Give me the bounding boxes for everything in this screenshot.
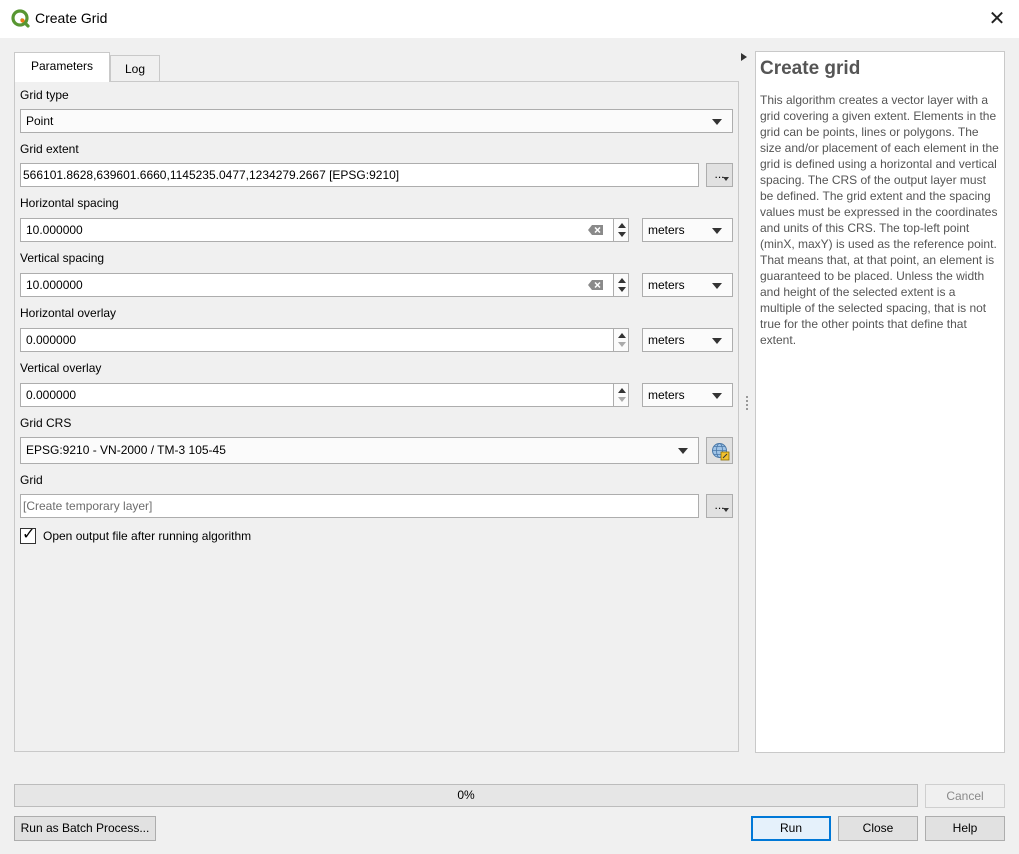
grid-output-options-button[interactable]: ...: [706, 494, 733, 518]
title-bar: [0, 0, 1019, 38]
horizontal-overlay-label: Horizontal overlay: [20, 306, 117, 320]
horizontal-overlay-spinner[interactable]: [613, 328, 629, 352]
vertical-spacing-unit: meters: [648, 278, 685, 292]
horizontal-spacing-unit-select[interactable]: meters: [642, 218, 733, 242]
checkmark-icon: ✓: [22, 526, 36, 543]
progress-bar: 0%: [14, 784, 918, 807]
spin-up-icon[interactable]: [618, 388, 626, 393]
chevron-down-icon: [723, 177, 729, 181]
grid-type-label: Grid type: [20, 88, 69, 102]
chevron-down-icon: [712, 338, 722, 344]
window-title: Create Grid: [35, 10, 108, 26]
horizontal-overlay-input[interactable]: 0.000000: [20, 328, 614, 352]
run-batch-button[interactable]: Run as Batch Process...: [14, 816, 156, 841]
vertical-spacing-spinner[interactable]: [613, 273, 629, 297]
tab-log[interactable]: Log: [110, 55, 160, 83]
crs-selector-button[interactable]: [706, 437, 733, 464]
open-output-label: Open output file after running algorithm: [43, 529, 252, 543]
chevron-down-icon: [712, 228, 722, 234]
grid-output-label: Grid: [20, 473, 43, 487]
spin-down-icon[interactable]: [618, 232, 626, 237]
vertical-spacing-input[interactable]: 10.000000: [20, 273, 614, 297]
spin-down-icon[interactable]: [618, 397, 626, 402]
chevron-down-icon: [712, 283, 722, 289]
help-button[interactable]: Help: [925, 816, 1005, 841]
cancel-button[interactable]: Cancel: [925, 784, 1005, 808]
spin-up-icon[interactable]: [618, 278, 626, 283]
horizontal-spacing-label: Horizontal spacing: [20, 196, 119, 210]
progress-label: 0%: [457, 788, 475, 802]
spin-down-icon[interactable]: [618, 342, 626, 347]
grid-crs-value: EPSG:9210 - VN-2000 / TM-3 105-45: [26, 443, 226, 457]
grid-output-input[interactable]: [Create temporary layer]: [20, 494, 699, 518]
help-title: Create grid: [760, 58, 861, 79]
vertical-spacing-unit-select[interactable]: meters: [642, 273, 733, 297]
vertical-overlay-label: Vertical overlay: [20, 361, 102, 375]
vertical-overlay-input[interactable]: 0.000000: [20, 383, 614, 407]
spin-up-icon[interactable]: [618, 223, 626, 228]
horizontal-spacing-spinner[interactable]: [613, 218, 629, 242]
horizontal-spacing-unit: meters: [648, 223, 685, 237]
spin-up-icon[interactable]: [618, 333, 626, 338]
close-window-icon[interactable]: ✕: [984, 6, 1010, 32]
horizontal-spacing-value: 10.000000: [26, 223, 83, 237]
grid-extent-label: Grid extent: [20, 142, 79, 156]
vertical-overlay-unit-select[interactable]: meters: [642, 383, 733, 407]
grid-extent-input[interactable]: 566101.8628,639601.6660,1145235.0477,123…: [20, 163, 699, 187]
horizontal-overlay-unit-select[interactable]: meters: [642, 328, 733, 352]
run-button[interactable]: Run: [751, 816, 831, 841]
grid-crs-select[interactable]: EPSG:9210 - VN-2000 / TM-3 105-45: [20, 437, 699, 464]
vertical-overlay-value: 0.000000: [26, 388, 77, 402]
grid-type-value: Point: [26, 114, 54, 128]
vertical-overlay-spinner[interactable]: [613, 383, 629, 407]
spin-down-icon[interactable]: [618, 287, 626, 292]
grid-output-placeholder: [Create temporary layer]: [23, 499, 153, 513]
vertical-overlay-unit: meters: [648, 388, 685, 402]
horizontal-overlay-value: 0.000000: [26, 333, 77, 347]
vertical-spacing-value: 10.000000: [26, 278, 83, 292]
tab-parameters[interactable]: Parameters: [14, 52, 110, 82]
qgis-logo-icon: [11, 9, 31, 29]
collapse-help-icon[interactable]: [741, 53, 747, 61]
help-panel: Create grid This algorithm creates a vec…: [755, 51, 1005, 753]
grid-extent-options-button[interactable]: ...: [706, 163, 733, 187]
chevron-down-icon: [712, 119, 722, 125]
splitter-handle[interactable]: [746, 396, 748, 410]
horizontal-spacing-input[interactable]: 10.000000: [20, 218, 614, 242]
help-text: This algorithm creates a vector layer wi…: [760, 93, 999, 347]
vertical-spacing-label: Vertical spacing: [20, 251, 105, 265]
globe-icon: [711, 442, 730, 461]
horizontal-overlay-unit: meters: [648, 333, 685, 347]
chevron-down-icon: [712, 393, 722, 399]
close-button[interactable]: Close: [838, 816, 918, 841]
chevron-down-icon: [678, 448, 688, 454]
grid-type-select[interactable]: Point: [20, 109, 733, 133]
clear-icon[interactable]: [588, 279, 604, 291]
clear-icon[interactable]: [588, 224, 604, 236]
chevron-down-icon: [723, 508, 729, 512]
grid-crs-label: Grid CRS: [20, 416, 72, 430]
